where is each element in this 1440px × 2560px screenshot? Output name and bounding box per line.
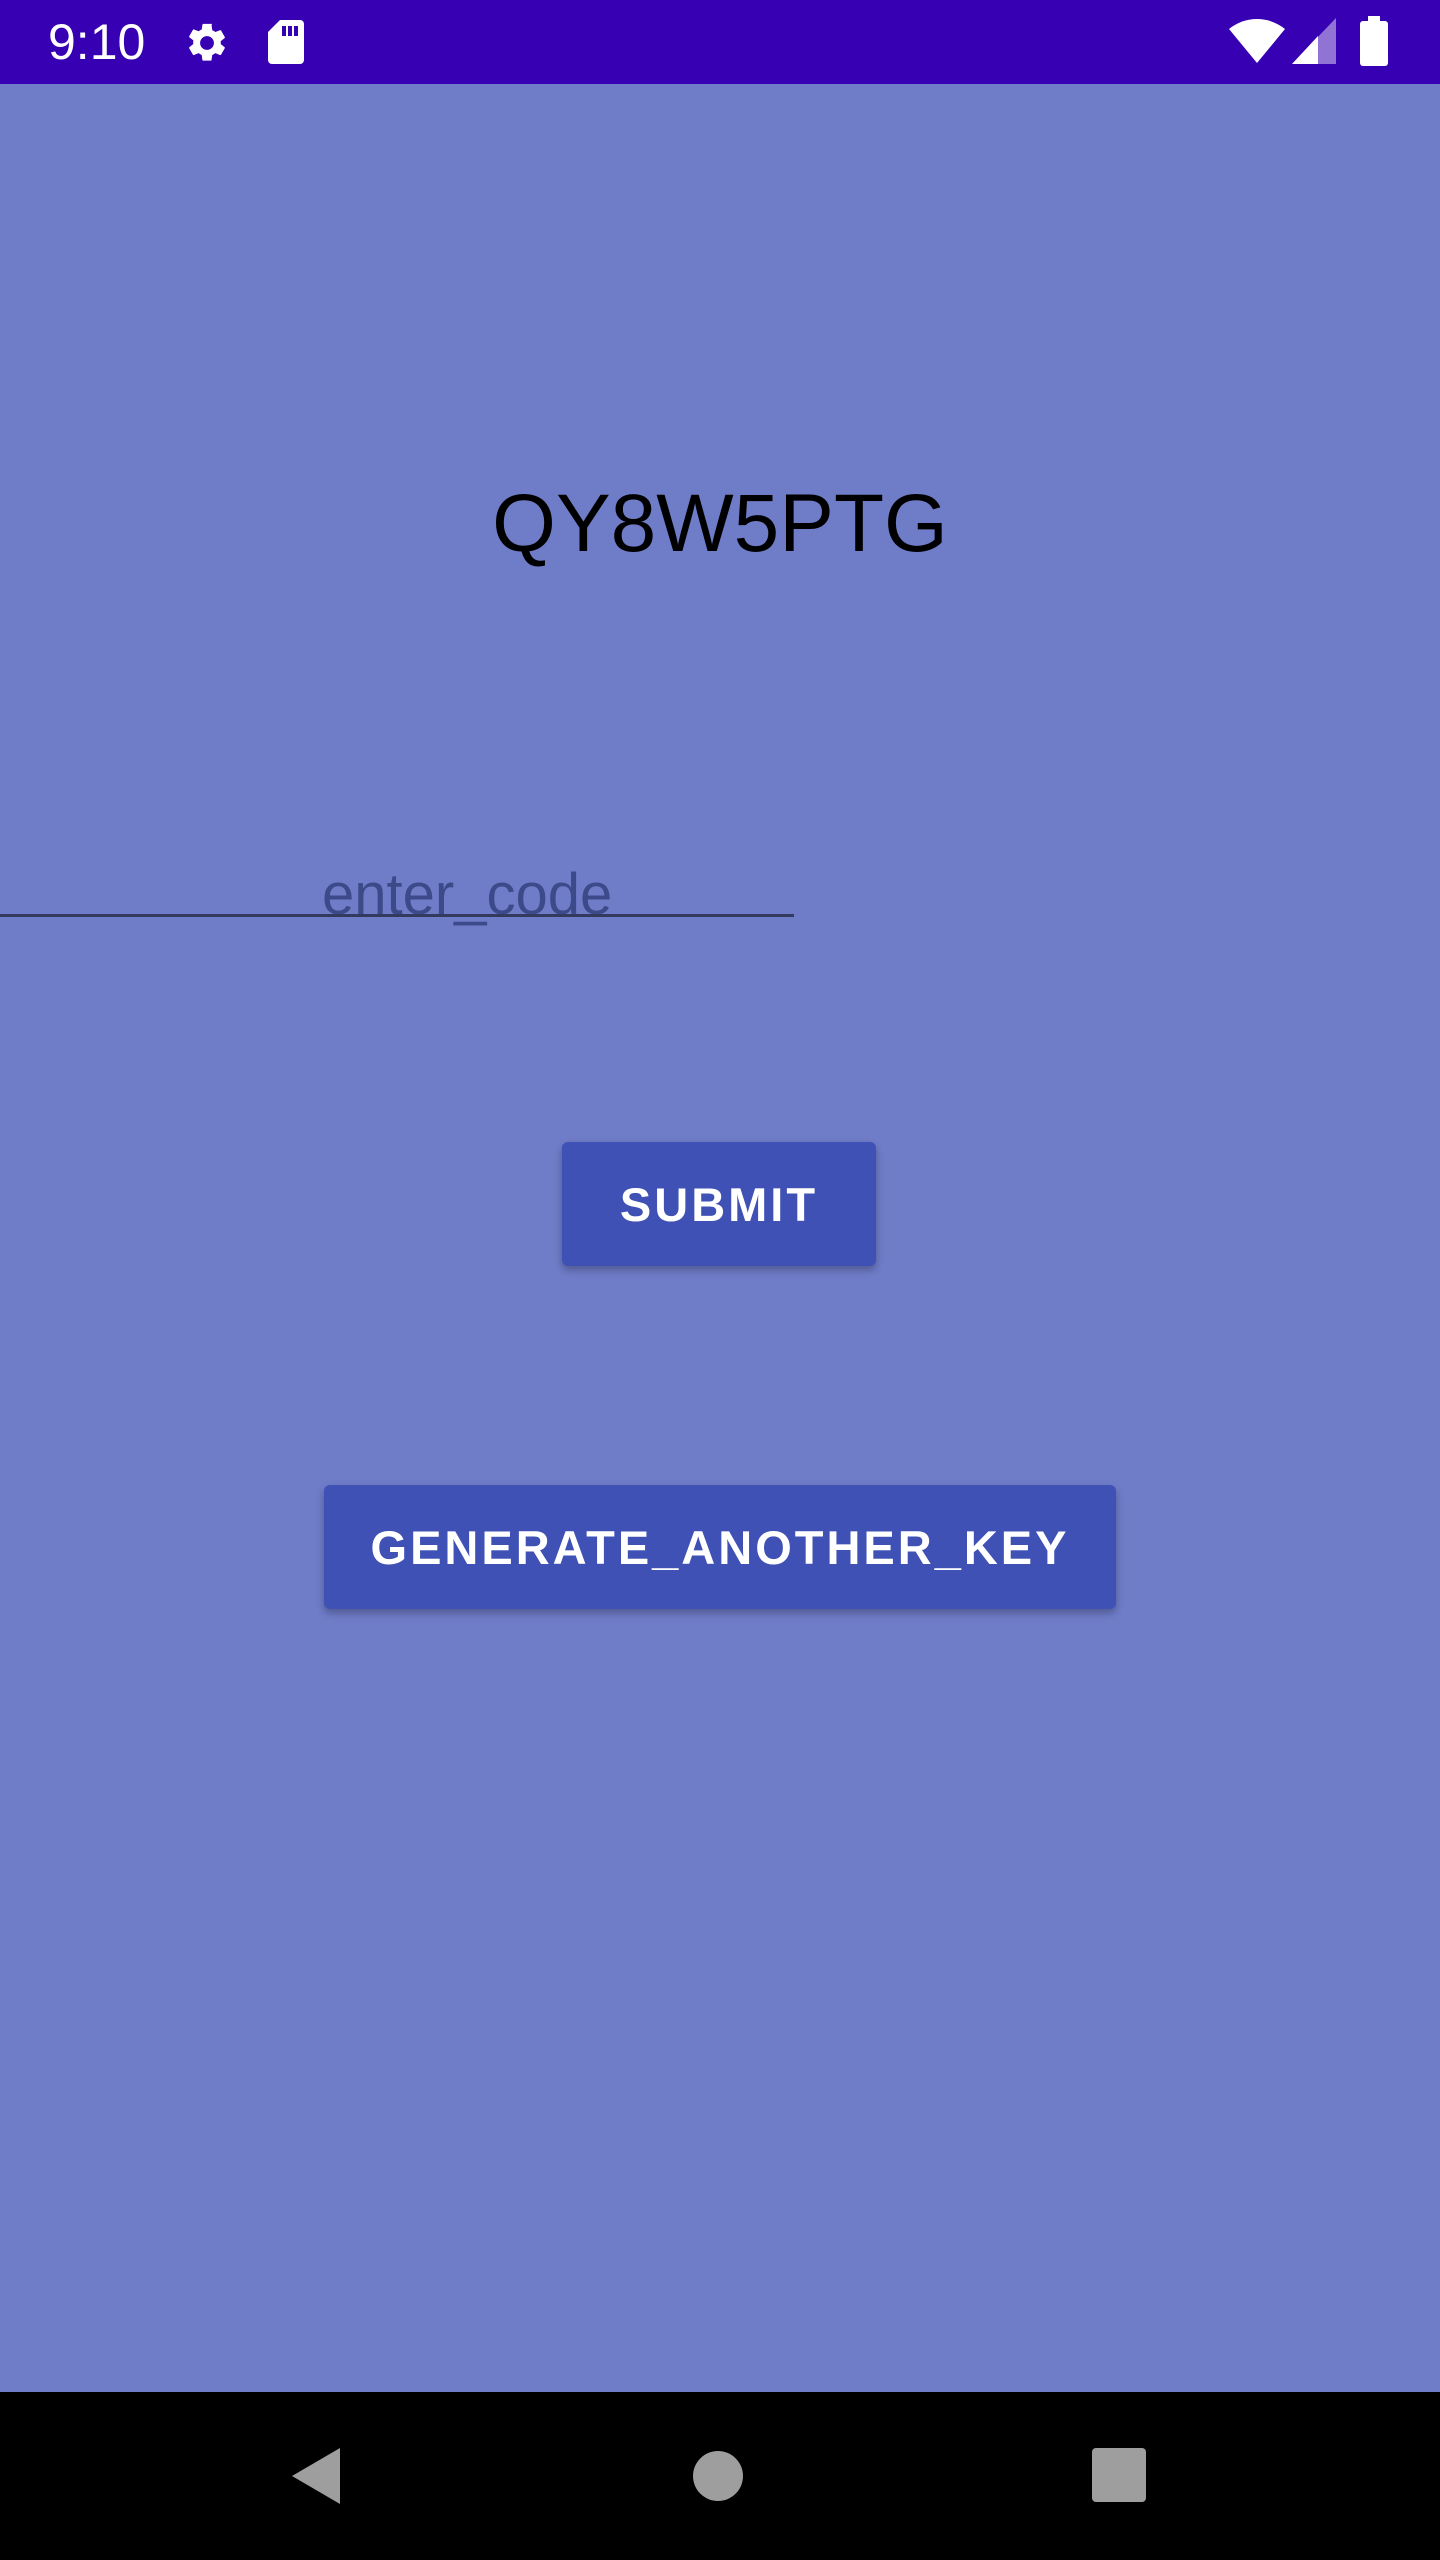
back-icon[interactable]: [288, 2444, 344, 2508]
generated-key-text: QY8W5PTG: [492, 478, 948, 569]
recents-icon[interactable]: [1092, 2448, 1146, 2502]
code-field[interactable]: [322, 844, 1116, 954]
navigation-bar: [0, 2392, 1440, 2560]
gear-icon: [189, 23, 225, 61]
sd-card-icon: [268, 20, 304, 64]
submit-button[interactable]: SUBMIT: [562, 1142, 876, 1266]
status-bar: 9:10: [0, 0, 1440, 84]
code-input-underline: [0, 914, 794, 917]
main-content: QY8W5PTG SUBMIT GENERATE_ANOTHER_KEY: [0, 84, 1440, 2392]
battery-icon: [1360, 16, 1388, 66]
status-time: 9:10: [48, 14, 146, 70]
wifi-icon: [1229, 19, 1285, 63]
home-icon[interactable]: [692, 2450, 744, 2502]
signal-icon: [1292, 18, 1336, 64]
generate-another-key-button[interactable]: GENERATE_ANOTHER_KEY: [324, 1485, 1116, 1609]
code-input[interactable]: [322, 844, 1116, 944]
